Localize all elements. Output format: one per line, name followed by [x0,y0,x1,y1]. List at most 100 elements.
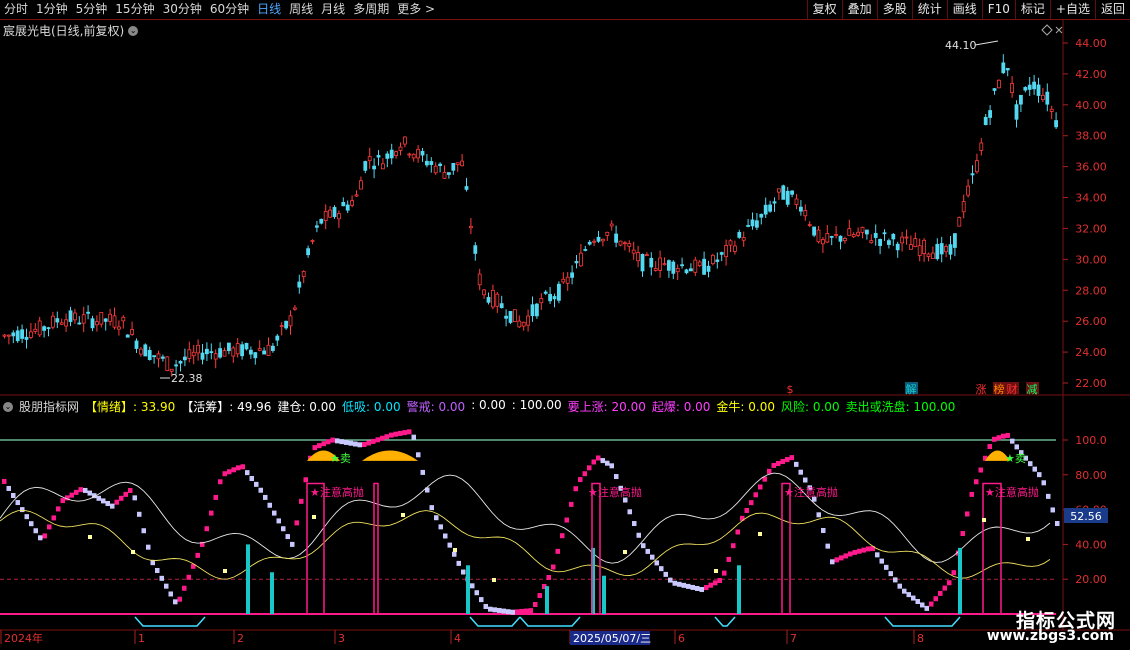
tab-period-8[interactable]: 月线 [317,0,349,19]
osc-step [258,487,263,493]
tab-period-2[interactable]: 5分钟 [72,0,112,19]
candle-body [763,204,768,215]
candle-body [816,229,821,243]
candle-body [979,142,984,151]
osc-step [668,577,673,583]
tab-period-6[interactable]: 日线 [253,0,285,19]
osc-step [587,465,592,471]
ind-y-label: 20.00 [1075,573,1107,586]
osc-step [1028,461,1033,467]
osc-step [240,464,245,470]
tab-period-3[interactable]: 15分钟 [111,0,158,19]
candle-body [517,320,522,328]
signal-dot [758,532,762,536]
candle-body [156,353,161,360]
candle-body [292,307,297,310]
osc-step [515,609,520,615]
osc-step [1055,521,1060,527]
tab-period-10[interactable]: 更多 > [393,0,439,19]
osc-step [83,487,88,493]
event-marker: 减 [1027,383,1038,396]
candle-body [257,348,262,351]
tab-period-9[interactable]: 多周期 [349,0,393,19]
osc-step [438,524,443,530]
candle-body [323,210,328,222]
candle-body [182,356,187,361]
chevron-down-icon[interactable]: ⌄ [3,401,13,412]
toolbar-button-5[interactable]: F10 [981,0,1015,19]
toolbar-button-6[interactable]: 标记 [1014,0,1050,19]
candle-body [1049,108,1054,112]
tab-period-0[interactable]: 分时 [0,0,32,19]
osc-step [965,511,970,517]
candle-body [777,188,781,193]
osc-step [807,485,812,491]
osc-step [695,585,700,591]
osc-step [681,582,686,588]
gold-hump [307,450,340,461]
toolbar-button-2[interactable]: 多股 [876,0,912,19]
tab-period-5[interactable]: 60分钟 [206,0,253,19]
chart-controls[interactable] [1041,24,1063,36]
candle-body [420,150,425,156]
candle-body [341,201,346,207]
osc-step [200,541,205,547]
candle-body [658,257,662,271]
toolbar-button-4[interactable]: 画线 [946,0,982,19]
toolbar-button-1[interactable]: 叠加 [841,0,877,19]
osc-step [353,441,358,447]
candle-body [222,350,227,357]
tab-period-7[interactable]: 周线 [285,0,317,19]
indicator-name: 股朋指标网 [19,400,80,414]
osc-step [470,583,475,589]
candle-body [671,261,676,274]
tab-period-4[interactable]: 30分钟 [159,0,206,19]
candle-body [1023,87,1028,91]
toolbar-button-8[interactable]: 返回 [1094,0,1130,19]
tab-period-1[interactable]: 1分钟 [32,0,72,19]
candle-body [618,240,623,246]
osc-step [915,599,920,605]
osc-step [96,495,101,501]
indicator-value-5: : 0.00 [471,398,506,412]
osc-step [218,479,223,485]
osc-step [195,552,200,558]
osc-step [1014,444,1019,450]
toolbar-button-7[interactable]: +自选 [1049,0,1095,19]
osc-step [371,438,376,444]
candle-body [521,321,526,327]
osc-step [1032,466,1037,472]
candle-body [200,352,205,360]
candle-body [134,340,139,349]
osc-step [951,570,956,576]
candle-body [944,246,948,253]
date-cursor-box [570,631,650,645]
bottom-bracket [134,616,206,627]
osc-step [641,543,646,549]
osc-step [236,465,241,471]
toolbar-button-0[interactable]: 复权 [806,0,842,19]
osc-step [393,431,398,437]
candle-body [213,353,218,360]
candle-body [539,298,544,304]
toolbar-button-3[interactable]: 统计 [911,0,947,19]
candle-body [552,296,557,300]
osc-step [794,461,799,467]
osc-step [443,533,448,539]
osc-step [956,550,961,556]
candle-body [970,173,975,176]
candle-body [548,293,552,302]
candle-body [464,186,469,190]
candle-body [204,348,209,355]
osc-step [942,585,947,591]
osc-step [533,602,538,608]
osc-step [740,515,745,521]
chevron-down-icon[interactable]: ⌄ [128,25,139,36]
osc-step [704,585,709,591]
ind-y-label: 40.00 [1075,538,1107,551]
pink-spike [591,482,601,614]
candle-body [904,236,909,239]
high-pointer [974,40,999,46]
osc-step [569,501,574,507]
osc-step [497,607,502,613]
